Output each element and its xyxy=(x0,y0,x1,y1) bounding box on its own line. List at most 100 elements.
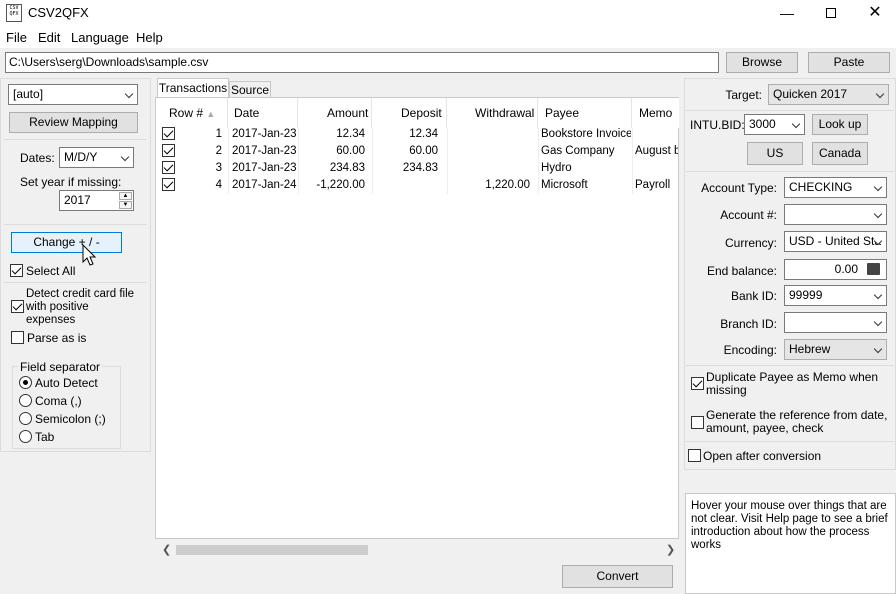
row-payee: Bookstore Invoice xyxy=(541,128,631,140)
table-row[interactable]: 1 2017-Jan-23 12.34 12.34 Bookstore Invo… xyxy=(156,126,678,143)
row-amount: 60.00 xyxy=(336,145,365,157)
intu-bid-label: INTU.BID: xyxy=(690,118,745,132)
currency-select[interactable]: USD - United Sta xyxy=(784,231,887,252)
col-sep xyxy=(298,128,299,194)
row-payee: Hydro xyxy=(541,162,572,174)
row-deposit: 234.83 xyxy=(402,162,438,174)
mapping-select[interactable]: [auto] xyxy=(8,84,138,105)
row-payee: Gas Company xyxy=(541,145,615,157)
row-amount: -1,220.00 xyxy=(316,179,365,191)
account-number-select[interactable] xyxy=(784,204,887,225)
row-checkbox[interactable] xyxy=(162,144,175,157)
col-date-header[interactable]: Date xyxy=(228,98,298,128)
col-row-header[interactable]: Row # ▲ xyxy=(156,98,228,128)
change-sign-button[interactable]: Change + / - xyxy=(11,232,122,253)
row-number: 1 xyxy=(215,128,222,140)
chevron-down-icon xyxy=(873,209,883,219)
divider xyxy=(4,282,147,283)
col-payee-header[interactable]: Payee xyxy=(538,98,632,128)
row-number: 4 xyxy=(215,179,222,191)
table-row[interactable]: 2 2017-Jan-23 60.00 60.00 Gas Company Au… xyxy=(156,143,678,160)
col-sep xyxy=(447,128,448,194)
sep-coma-radio[interactable] xyxy=(19,394,32,407)
table-row[interactable]: 3 2017-Jan-23 234.83 234.83 Hydro xyxy=(156,160,678,177)
select-all-checkbox[interactable] xyxy=(10,264,23,277)
maximize-button[interactable] xyxy=(808,0,854,26)
duplicate-payee-checkbox[interactable] xyxy=(691,377,704,390)
lookup-button[interactable]: Look up xyxy=(812,114,868,135)
chevron-down-icon xyxy=(873,182,883,192)
divider xyxy=(686,441,894,442)
paste-button[interactable]: Paste xyxy=(808,52,890,73)
sep-semicolon-label: Semicolon (;) xyxy=(35,412,106,426)
mapping-select-value: [auto] xyxy=(13,87,44,101)
close-button[interactable]: ✕ xyxy=(852,0,896,26)
col-row-label: Row # xyxy=(169,106,204,120)
end-balance-label: End balance: xyxy=(706,264,777,278)
tab-transactions[interactable]: Transactions xyxy=(157,78,229,99)
col-sep xyxy=(632,128,633,194)
mouse-cursor-icon xyxy=(82,244,97,266)
branch-id-select[interactable] xyxy=(784,312,887,333)
row-deposit: 12.34 xyxy=(409,128,438,140)
year-stepper[interactable]: 2017 ▲ ▼ xyxy=(59,190,134,211)
parse-as-is-checkbox[interactable] xyxy=(11,331,24,344)
generate-reference-label: Generate the reference from date, amount… xyxy=(706,408,888,435)
menu-bar: File Edit Language Help xyxy=(0,26,896,48)
menu-help[interactable]: Help xyxy=(136,30,163,45)
open-after-checkbox[interactable] xyxy=(688,449,701,462)
encoding-select[interactable]: Hebrew xyxy=(784,339,887,360)
row-date: 2017-Jan-23 xyxy=(232,128,297,140)
duplicate-payee-label: Duplicate Payee as Memo when missing xyxy=(706,370,879,397)
account-type-select[interactable]: CHECKING xyxy=(784,177,887,198)
app-icon: CSV QFX xyxy=(6,4,22,22)
row-withdrawal: 1,220.00 xyxy=(485,179,530,191)
scrollbar-thumb[interactable] xyxy=(176,545,368,555)
row-checkbox[interactable] xyxy=(162,127,175,140)
end-balance-input[interactable]: 0.00 xyxy=(784,259,887,280)
us-button[interactable]: US xyxy=(747,142,803,165)
menu-file[interactable]: File xyxy=(6,30,27,45)
row-number: 2 xyxy=(215,145,222,157)
scroll-right-icon[interactable]: ❯ xyxy=(666,543,675,556)
horizontal-scrollbar[interactable]: ❮ ❯ xyxy=(157,541,677,558)
sep-auto-radio[interactable] xyxy=(19,376,32,389)
row-withdrawal xyxy=(447,160,530,177)
generate-reference-checkbox[interactable] xyxy=(691,416,704,429)
row-number: 3 xyxy=(215,162,222,174)
intu-bid-select[interactable]: 3000 xyxy=(744,114,805,135)
col-deposit-header[interactable]: Deposit xyxy=(372,98,447,128)
col-memo-header[interactable]: Memo xyxy=(632,98,679,128)
select-all-label: Select All xyxy=(26,264,76,278)
convert-button[interactable]: Convert xyxy=(562,565,673,588)
menu-edit[interactable]: Edit xyxy=(38,30,60,45)
browse-button[interactable]: Browse xyxy=(726,52,798,73)
bank-id-select[interactable]: 99999 xyxy=(784,285,887,306)
calculator-icon[interactable] xyxy=(867,263,880,275)
review-mapping-button[interactable]: Review Mapping xyxy=(9,112,138,133)
file-path-input[interactable]: C:\Users\serg\Downloads\sample.csv xyxy=(5,52,719,73)
sep-tab-label: Tab xyxy=(35,430,55,444)
transactions-grid: Row # ▲ Date Amount Deposit Withdrawal P… xyxy=(155,97,679,558)
table-row[interactable]: 4 2017-Jan-24 -1,220.00 1,220.00 Microso… xyxy=(156,177,678,194)
canada-button[interactable]: Canada xyxy=(812,142,868,165)
hover-info-box: Hover your mouse over things that are no… xyxy=(685,493,896,594)
divider xyxy=(686,171,894,172)
divider xyxy=(686,110,894,111)
col-amount-header[interactable]: Amount xyxy=(298,98,372,128)
minimize-button[interactable]: — xyxy=(764,0,810,26)
menu-language[interactable]: Language xyxy=(71,30,129,45)
detect-cc-checkbox[interactable] xyxy=(11,300,24,313)
stepper-down-icon[interactable]: ▼ xyxy=(119,201,132,209)
row-checkbox[interactable] xyxy=(162,161,175,174)
intu-bid-value: 3000 xyxy=(749,117,776,131)
dates-select[interactable]: M/D/Y xyxy=(59,147,134,168)
col-withdrawal-header[interactable]: Withdrawal xyxy=(447,98,538,128)
sep-semicolon-radio[interactable] xyxy=(19,412,32,425)
stepper-up-icon[interactable]: ▲ xyxy=(119,192,132,200)
target-select[interactable]: Quicken 2017 xyxy=(768,84,889,105)
row-checkbox[interactable] xyxy=(162,178,175,191)
sep-tab-radio[interactable] xyxy=(19,430,32,443)
scroll-left-icon[interactable]: ❮ xyxy=(162,543,171,556)
currency-label: Currency: xyxy=(724,236,777,250)
